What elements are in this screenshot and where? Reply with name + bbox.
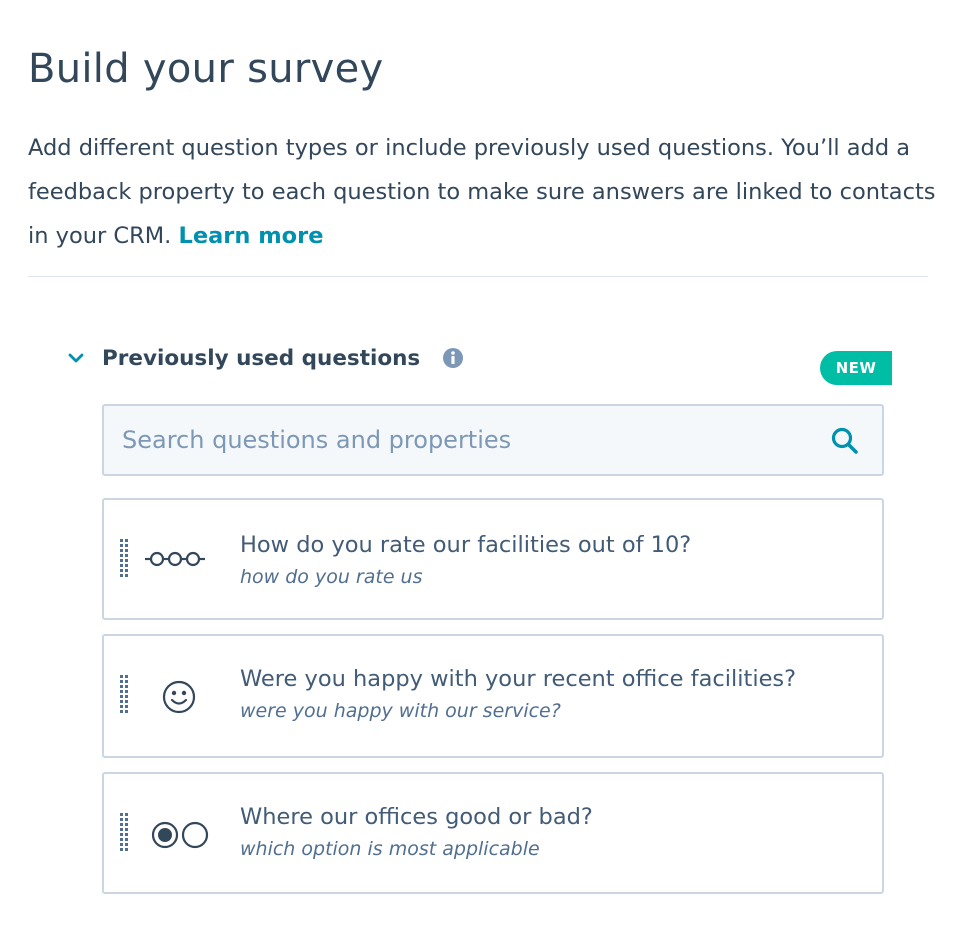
question-text: Where our offices good or bad? which opt… (240, 804, 593, 860)
rating-scale-icon (144, 548, 218, 574)
question-list: How do you rate our facilities out of 10… (102, 498, 884, 908)
info-icon[interactable] (442, 347, 464, 369)
question-label: Were you happy with your recent office f… (240, 666, 797, 692)
page-title: Build your survey (28, 46, 384, 92)
previous-questions-header: Previously used questions (66, 340, 464, 376)
question-property: were you happy with our service? (240, 700, 561, 722)
question-property: which option is most applicable (240, 838, 540, 860)
search-input[interactable] (122, 406, 802, 474)
drag-handle-icon[interactable] (118, 674, 130, 716)
question-label: How do you rate our facilities out of 10… (240, 532, 692, 558)
new-badge: NEW (820, 351, 892, 385)
question-card[interactable]: Where our offices good or bad? which opt… (102, 772, 884, 894)
question-label: Where our offices good or bad? (240, 804, 593, 830)
divider (28, 276, 928, 277)
description-text: Add different question types or include … (28, 135, 936, 249)
section-title: Previously used questions (102, 345, 421, 371)
learn-more-link[interactable]: Learn more (178, 223, 323, 249)
drag-handle-icon[interactable] (118, 812, 130, 854)
search-icon[interactable] (830, 426, 860, 456)
page-description: Add different question types or include … (28, 126, 940, 258)
search-bar (102, 404, 884, 476)
question-card[interactable]: How do you rate our facilities out of 10… (102, 498, 884, 620)
radio-options-icon (150, 820, 210, 854)
question-card[interactable]: Were you happy with your recent office f… (102, 634, 884, 758)
question-property: how do you rate us (240, 566, 423, 588)
question-text: How do you rate our facilities out of 10… (240, 532, 691, 588)
drag-handle-icon[interactable] (118, 538, 130, 580)
survey-builder-page: Build your survey Add different question… (0, 0, 968, 932)
chevron-down-icon[interactable] (66, 348, 86, 368)
question-text: Were you happy with your recent office f… (240, 666, 796, 722)
smiley-face-icon (162, 680, 196, 718)
